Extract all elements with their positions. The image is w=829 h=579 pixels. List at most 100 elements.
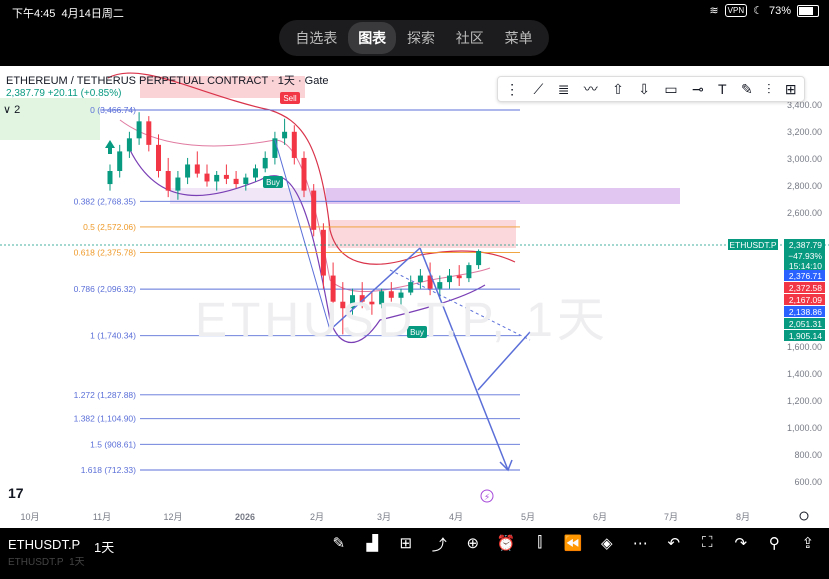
indicator-icon[interactable]: ▟: [356, 534, 390, 555]
tradingview-logo: 17: [8, 485, 24, 501]
candle-body: [476, 250, 482, 266]
settings-icon[interactable]: [799, 511, 809, 521]
x-tick-label: 11月: [93, 512, 111, 522]
add-icon[interactable]: ⊕: [456, 534, 490, 555]
price-badge-label: 2,138.86: [789, 307, 822, 317]
svg-text:⚡: ⚡: [484, 493, 490, 503]
candle-body: [204, 173, 210, 182]
svg-text:Sell: Sell: [283, 94, 297, 103]
price-badge-label: 2,376.71: [789, 271, 822, 281]
rectangle-tool-icon[interactable]: ▭: [664, 81, 677, 98]
fib-label: 0.618 (2,375.78): [74, 248, 137, 258]
price-badge-label: 2,051.31: [789, 319, 822, 329]
channel-tool-icon[interactable]: ≣: [558, 81, 570, 98]
symbol-button[interactable]: ETHUSDT.P: [8, 537, 80, 552]
buy-arrow-stem: [108, 148, 112, 154]
redo-icon[interactable]: ↷: [724, 534, 758, 555]
arrow-up-icon[interactable]: ⇧: [612, 81, 624, 98]
tab-chart[interactable]: 图表: [348, 22, 397, 54]
supply-zone: [328, 220, 516, 248]
y-tick-label: 3,000.00: [787, 154, 822, 164]
candle-type-icon[interactable]: ⫿: [523, 534, 557, 555]
line-tool-icon[interactable]: ⟋: [534, 81, 544, 98]
crosshair-tool-icon[interactable]: ⊞: [785, 81, 797, 98]
more-icon[interactable]: ⋯: [624, 534, 658, 555]
y-tick-label: 600.00: [794, 477, 822, 487]
chart-watermark: ETHUSDT.P, 1天: [195, 294, 609, 347]
price-badge-label: 2,372.58: [789, 283, 822, 293]
timeframe-button[interactable]: 1天: [94, 537, 114, 556]
fib-label: 1.618 (712.33): [81, 465, 136, 475]
strategy-icon[interactable]: ⤴: [423, 534, 457, 555]
candle-body: [107, 171, 113, 185]
fib-label: 1.5 (908.61): [90, 439, 136, 449]
ghost-symbol: ETHUSDT.P 1天: [8, 557, 85, 568]
candle-body: [136, 121, 142, 139]
y-tick-label: 1,000.00: [787, 423, 822, 433]
y-tick-label: 1,400.00: [787, 369, 822, 379]
undo-icon[interactable]: ↶: [657, 534, 691, 555]
candle-body: [320, 229, 326, 276]
horizontal-line-icon[interactable]: ⊸: [692, 81, 704, 98]
x-tick-label: 10月: [20, 512, 39, 522]
candle-body: [311, 190, 317, 230]
candle-body: [253, 168, 258, 178]
tab-explore[interactable]: 探索: [397, 22, 445, 54]
symbol-tag-label: ETHUSDT.P: [729, 240, 777, 250]
candle-body: [282, 131, 288, 139]
wave-tool-icon[interactable]: 〰: [584, 79, 598, 99]
fib-label: 0.5 (2,572.06): [83, 222, 136, 232]
x-tick-label: 8月: [736, 512, 750, 522]
drag-handle-icon[interactable]: ⋮: [505, 81, 519, 98]
replay-icon[interactable]: ⏪: [557, 534, 591, 555]
candle-body: [301, 157, 307, 191]
candle-body: [456, 275, 462, 279]
text-tool-icon[interactable]: T: [718, 81, 727, 97]
alert-icon[interactable]: ⏰: [490, 534, 524, 555]
tab-watchlist[interactable]: 自选表: [285, 22, 347, 54]
y-tick-label: 3,200.00: [787, 127, 822, 137]
battery-icon: [797, 4, 819, 17]
price-badge-label: −47.93%: [788, 251, 822, 261]
price-change: 2,387.79 +20.11 (+0.85%): [6, 88, 122, 99]
fullscreen-icon[interactable]: ⛶: [691, 534, 725, 555]
moon-icon: ☾: [753, 5, 763, 17]
tab-community[interactable]: 社区: [446, 22, 494, 54]
y-tick-label: 2,600.00: [787, 208, 822, 218]
price-badge-label: 2,167.09: [789, 295, 822, 305]
tab-menu[interactable]: 菜单: [495, 22, 543, 54]
y-tick-label: 1,200.00: [787, 396, 822, 406]
chart-title: ETHEREUM / TETHERUS PERPETUAL CONTRACT ·…: [6, 75, 329, 87]
indicator-toggle[interactable]: ∨ 2: [0, 103, 20, 116]
y-tick-label: 800.00: [794, 450, 822, 460]
x-tick-label: 6月: [593, 512, 607, 522]
candle-body: [117, 151, 123, 172]
candle-body: [233, 178, 239, 185]
arrow-down-icon[interactable]: ⇩: [638, 81, 650, 98]
price-badge-label: 1,905.14: [789, 331, 822, 341]
candle-body: [243, 177, 249, 185]
x-tick-label: 3月: [377, 512, 391, 522]
candle-body: [165, 171, 171, 191]
bottom-toolbar: ETHUSDT.P ETHUSDT.P 1天 1天 ✎ ▟ ⊞ ⤴ ⊕ ⏰ ⫿ …: [0, 528, 829, 579]
x-tick-label: 12月: [163, 512, 182, 522]
x-tick-label: 7月: [664, 512, 678, 522]
buy-arrow-icon: [105, 140, 115, 148]
x-tick-label: 2026: [235, 512, 255, 522]
draw-icon[interactable]: ✎: [322, 534, 356, 555]
measure-tool-icon[interactable]: ⫶: [767, 81, 771, 98]
indicator-count: 2: [14, 104, 21, 116]
fib-label: 1.272 (1,287.88): [74, 390, 137, 400]
idea-icon[interactable]: ⚲: [758, 534, 792, 555]
candle-body: [223, 174, 229, 179]
candle-body: [466, 265, 472, 279]
sell-signal: Sell: [280, 92, 300, 104]
layers-icon[interactable]: ◈: [590, 534, 624, 555]
share-icon[interactable]: ⇪: [791, 534, 825, 555]
fib-label: 0 (3,466.74): [90, 105, 136, 115]
layout-icon[interactable]: ⊞: [389, 534, 423, 555]
mid-band: [119, 119, 491, 292]
candle-body: [156, 144, 161, 172]
brush-tool-icon[interactable]: ✎: [741, 81, 753, 98]
status-date: 4月14日周二: [61, 8, 124, 20]
